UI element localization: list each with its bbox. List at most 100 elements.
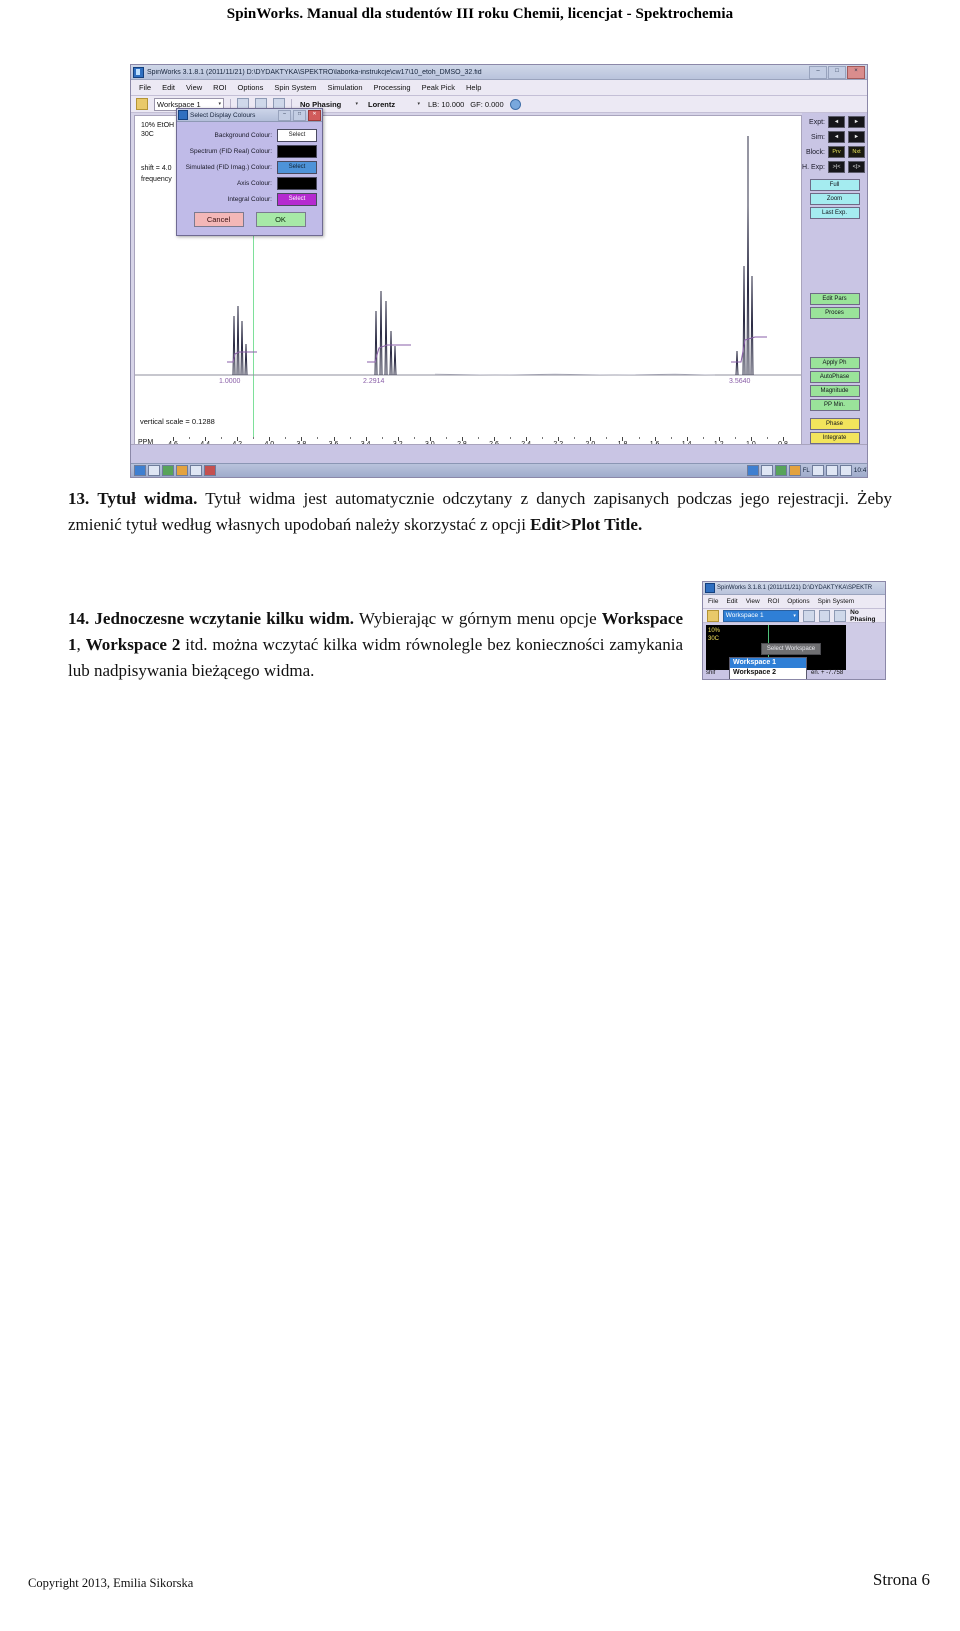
taskbar-start-icon[interactable] [134, 465, 146, 476]
pp-min-button[interactable]: PP Min. [809, 399, 860, 411]
dialog-minimize-button[interactable]: – [278, 109, 291, 121]
ppm-minor-tick [542, 437, 544, 439]
hexp-label: H. Exp: [802, 163, 825, 171]
sim-prev-button[interactable]: ◄ [828, 131, 845, 143]
integral-colour-swatch[interactable]: Select [277, 192, 317, 206]
taskbar-icon-8[interactable] [774, 465, 787, 476]
workspace-option-3[interactable]: Workspace 3 [730, 678, 806, 679]
window-titlebar: SpinWorks 3.1.8.1 (2011/11/21) D:\DYDAKT… [131, 65, 867, 80]
taskbar-icon-7[interactable] [760, 465, 773, 476]
ws-save-icon[interactable] [802, 609, 815, 622]
window-function-combo[interactable]: Lorentz ▾ [366, 99, 422, 110]
block-row[interactable]: Block: Prv Nxt [802, 146, 867, 158]
menu-item-view[interactable]: View [186, 83, 202, 92]
workspace-dropdown-list[interactable]: Workspace 1 Workspace 2 Workspace 3 Work… [729, 657, 807, 679]
background-colour-swatch[interactable]: Select [277, 128, 317, 142]
taskbar-icon-4[interactable] [190, 465, 202, 476]
ws-open-folder-icon[interactable] [707, 609, 719, 622]
ws-menu-spin-system[interactable]: Spin System [818, 598, 855, 605]
last-exp-button[interactable]: Last Exp. [809, 207, 860, 219]
integrate-button[interactable]: Integrate [809, 432, 860, 444]
menu-item-help[interactable]: Help [466, 83, 481, 92]
menu-item-simulation[interactable]: Simulation [327, 83, 362, 92]
taskbar-icon-2[interactable] [162, 465, 174, 476]
help-icon[interactable] [509, 98, 521, 110]
taskbar-icon-1[interactable] [148, 465, 160, 476]
expt-label: Expt: [809, 118, 825, 126]
dialog-maximize-button[interactable]: □ [293, 109, 306, 121]
tray-icon-2[interactable] [825, 465, 838, 476]
ppm-minor-tick [349, 437, 351, 439]
ws-menu-edit[interactable]: Edit [726, 598, 737, 605]
taskbar-icon-3[interactable] [176, 465, 188, 476]
cancel-button[interactable]: Cancel [193, 212, 244, 227]
ppm-minor-tick [734, 437, 736, 439]
expt-next-button[interactable]: ► [848, 116, 865, 128]
workspace-option-1[interactable]: Workspace 1 [730, 658, 806, 668]
menubar[interactable]: File Edit View ROI Options Spin System S… [131, 80, 867, 96]
workspace-shot-menubar[interactable]: File Edit View ROI Options Spin System [703, 595, 885, 609]
block-next-button[interactable]: Nxt [848, 146, 865, 158]
autophase-button[interactable]: AutoPhase [809, 371, 860, 383]
expt-row[interactable]: Expt: ◄ ► [802, 116, 867, 128]
phase-button[interactable]: Phase [809, 418, 860, 430]
lb-value: LB: 10.000 [428, 99, 465, 109]
dialog-actions: Cancel OK [177, 212, 322, 227]
taskbar-icon-6[interactable] [746, 465, 759, 476]
simulated-colour-swatch[interactable]: Select [277, 160, 317, 174]
sim-next-button[interactable]: ► [848, 131, 865, 143]
menu-item-file[interactable]: File [139, 83, 151, 92]
close-button[interactable]: × [847, 65, 865, 79]
dialog-close-button[interactable]: ✕ [308, 109, 321, 121]
menu-item-options[interactable]: Options [238, 83, 264, 92]
spectrum-colour-label: Spectrum (FID Real) Colour: [189, 147, 272, 155]
ok-button[interactable]: OK [255, 212, 306, 227]
sim-row[interactable]: Sim: ◄ ► [802, 131, 867, 143]
right-button-panel[interactable]: Expt: ◄ ► Sim: ◄ ► Block: Prv Nxt H. Exp… [802, 113, 867, 477]
full-button[interactable]: Full [809, 179, 860, 191]
minimize-button[interactable]: – [809, 65, 827, 79]
tray-icon-3[interactable] [839, 465, 852, 476]
select-display-colours-dialog[interactable]: Select Display Colours – □ ✕ Background … [176, 108, 323, 236]
ws-menu-roi[interactable]: ROI [768, 598, 780, 605]
ws-menu-view[interactable]: View [746, 598, 760, 605]
ws-print-icon[interactable] [834, 609, 847, 622]
window-controls[interactable]: – □ × [809, 65, 865, 79]
taskbar-icon-9[interactable] [788, 465, 801, 476]
colour-row-simulated: Simulated (FID Imag.) Colour: Select [177, 160, 322, 174]
menu-item-processing[interactable]: Processing [374, 83, 411, 92]
zoom-button[interactable]: Zoom [809, 193, 860, 205]
apply-ph-button[interactable]: Apply Ph [809, 357, 860, 369]
menu-item-roi[interactable]: ROI [213, 83, 226, 92]
edit-pars-button[interactable]: Edit Pars [809, 293, 860, 305]
hexp-row[interactable]: H. Exp: >|< <|> [802, 161, 867, 173]
magnitude-button[interactable]: Magnitude [809, 385, 860, 397]
block-prev-button[interactable]: Prv [828, 146, 845, 158]
expt-prev-button[interactable]: ◄ [828, 116, 845, 128]
ws-menu-file[interactable]: File [708, 598, 718, 605]
hexp-collapse-button[interactable]: <|> [848, 161, 865, 173]
taskbar-icon-5[interactable] [204, 465, 216, 476]
spectrum-colour-swatch[interactable] [277, 144, 317, 158]
process-button[interactable]: Proces [809, 307, 860, 319]
ws-workspace-combo[interactable]: Workspace 1 ▾ [722, 609, 799, 622]
ws-copy-icon[interactable] [818, 609, 831, 622]
workspace-shot-toolbar[interactable]: Workspace 1 ▾ No Phasing [703, 609, 885, 623]
workspace-option-2[interactable]: Workspace 2 [730, 668, 806, 678]
workspace-dropdown-screenshot: SpinWorks 3.1.8.1 (2011/11/21) D:\DYDAKT… [702, 581, 886, 680]
axis-colour-swatch[interactable] [277, 176, 317, 190]
menu-item-peak-pick[interactable]: Peak Pick [422, 83, 455, 92]
open-folder-icon[interactable] [136, 98, 148, 110]
ppm-minor-tick [189, 437, 191, 439]
taskbar[interactable]: FL 10:47 [131, 463, 867, 477]
maximize-button[interactable]: □ [828, 65, 846, 79]
paragraph-14: 14. Jednoczesne wczytanie kilku widm. Wy… [68, 589, 683, 701]
menu-item-edit[interactable]: Edit [162, 83, 175, 92]
ws-menu-options[interactable]: Options [787, 598, 809, 605]
dialog-app-icon [178, 110, 188, 120]
menu-item-spin-system[interactable]: Spin System [274, 83, 316, 92]
colour-row-integral: Integral Colour: Select [177, 192, 322, 206]
hexp-expand-button[interactable]: >|< [828, 161, 845, 173]
tray-icon-1[interactable] [811, 465, 824, 476]
ppm-minor-tick [574, 437, 576, 439]
